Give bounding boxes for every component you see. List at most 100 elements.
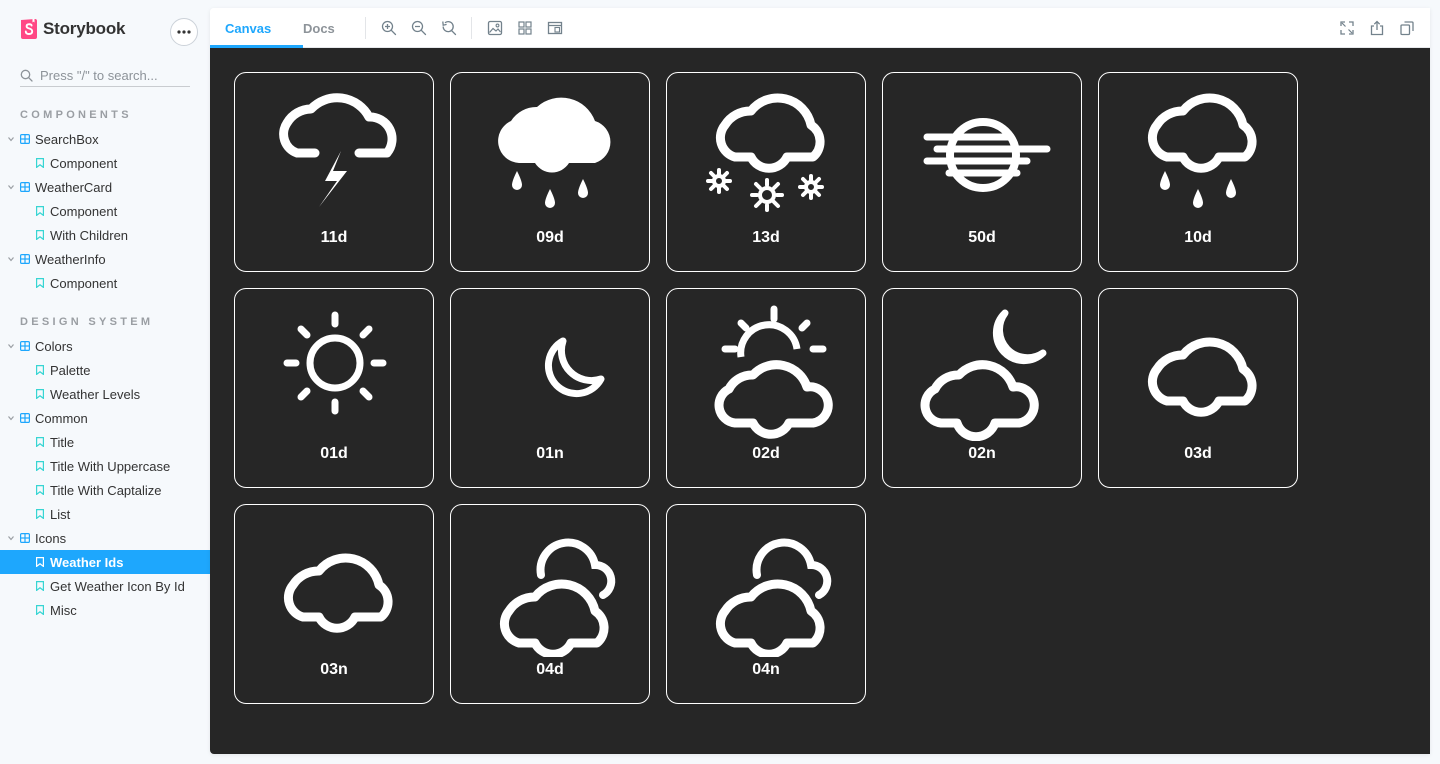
weather-icon-card-02d[interactable]: 02d (666, 288, 866, 488)
weather-icon-card-01n[interactable]: 01n (450, 288, 650, 488)
component-icon (20, 134, 30, 144)
weather-icon-card-04n[interactable]: 04n (666, 504, 866, 704)
preview-panel: Canvas Docs 11d 09d 13d 50d 10d 01d 01n … (210, 8, 1430, 754)
tree-story-get-weather-icon[interactable]: Get Weather Icon By Id (0, 574, 210, 598)
tree-group-weatherinfo[interactable]: WeatherInfo (0, 247, 210, 271)
bookmark-icon (36, 461, 44, 471)
grid-icon[interactable] (517, 20, 533, 36)
tree-story-label: Weather Ids (50, 554, 124, 570)
zoom-out-icon[interactable] (411, 20, 427, 36)
tree-story-weather-levels[interactable]: Weather Levels (0, 382, 210, 406)
tree-group-common[interactable]: Common (0, 406, 210, 430)
more-icon (177, 30, 191, 34)
tree-group-searchbox[interactable]: SearchBox (0, 127, 210, 151)
chevron-down-icon (8, 536, 14, 541)
tab-label: Docs (303, 20, 335, 36)
sidebar: Storybook Press "/" to search... COMPONE… (0, 0, 210, 764)
tab-docs[interactable]: Docs (303, 8, 335, 48)
tree-group-label: WeatherCard (35, 179, 113, 195)
tree-story-list[interactable]: List (0, 502, 210, 526)
search-input[interactable]: Press "/" to search... (40, 68, 158, 83)
weather-icon-card-03d[interactable]: 03d (1098, 288, 1298, 488)
tree-story-palette[interactable]: Palette (0, 358, 210, 382)
storybook-logo-icon (21, 19, 37, 39)
chevron-down-icon (8, 137, 14, 142)
bookmark-icon (36, 389, 44, 399)
tab-canvas[interactable]: Canvas (210, 8, 303, 48)
tree-story-label: Title With Captalize (50, 482, 162, 498)
toolbar-separator (365, 17, 366, 39)
search-field[interactable]: Press "/" to search... (20, 64, 190, 87)
component-icon (20, 254, 30, 264)
toolbar: Canvas Docs (210, 8, 1430, 48)
tree-group-label: SearchBox (35, 131, 99, 147)
tree-group-colors[interactable]: Colors (0, 334, 210, 358)
section-title-components: COMPONENTS (20, 109, 132, 121)
tree-story-weathercard-with-children[interactable]: With Children (0, 223, 210, 247)
chevron-down-icon (8, 416, 14, 421)
storybook-brand[interactable]: Storybook (20, 18, 125, 40)
viewport-icon[interactable] (547, 20, 563, 36)
weather-icon-card-13d[interactable]: 13d (666, 72, 866, 272)
tree-story-label: Palette (50, 362, 91, 378)
weather-icon-card-50d[interactable]: 50d (882, 72, 1082, 272)
background-image-icon[interactable] (487, 20, 503, 36)
tree-story-weathercard-component[interactable]: Component (0, 199, 210, 223)
tree-story-misc[interactable]: Misc (0, 598, 210, 622)
weather-icon-card-03n[interactable]: 03n (234, 504, 434, 704)
bookmark-icon (36, 509, 44, 519)
fullscreen-icon[interactable] (1339, 20, 1355, 36)
tree-story-label: Weather Levels (50, 386, 141, 402)
bookmark-icon (36, 557, 44, 567)
brand-name: Storybook (43, 19, 126, 38)
tree-story-label: Component (50, 155, 118, 171)
tree-story-weatherinfo-component[interactable]: Component (0, 271, 210, 295)
tree-story-title-captalize[interactable]: Title With Captalize (0, 478, 210, 502)
chevron-down-icon (8, 185, 14, 190)
weather-icon-id: 04d (536, 661, 564, 678)
weather-icon-id: 01n (536, 445, 564, 462)
story-canvas: 11d 09d 13d 50d 10d 01d 01n 02d 02n 03d … (210, 48, 1430, 754)
rain-icon (1147, 93, 1257, 208)
bookmark-icon (36, 605, 44, 615)
tree-story-label: Title With Uppercase (50, 458, 171, 474)
tree-story-title[interactable]: Title (0, 430, 210, 454)
tree-group-label: WeatherInfo (35, 251, 106, 267)
weather-icon-id: 04n (752, 661, 780, 678)
moon-cloud-icon (920, 309, 1047, 441)
tree-story-weather-ids[interactable]: Weather Ids (0, 550, 210, 574)
bookmark-icon (36, 365, 44, 375)
weather-icon-id: 01d (320, 445, 348, 462)
zoom-reset-icon[interactable] (441, 20, 457, 36)
tree-group-icons[interactable]: Icons (0, 526, 210, 550)
cloud-icon (283, 553, 393, 633)
weather-icon-id: 09d (536, 229, 564, 246)
weather-icon-id: 50d (968, 229, 996, 246)
weather-icon-card-11d[interactable]: 11d (234, 72, 434, 272)
tree-story-label: Misc (50, 602, 77, 618)
tree-group-label: Common (35, 410, 88, 426)
weather-icon-card-04d[interactable]: 04d (450, 504, 650, 704)
zoom-in-icon[interactable] (381, 20, 397, 36)
weather-icon-card-09d[interactable]: 09d (450, 72, 650, 272)
toolbar-separator (471, 17, 472, 39)
tree-story-label: Component (50, 203, 118, 219)
weather-icon-id: 02n (968, 445, 996, 462)
moon-icon (544, 337, 605, 398)
tree-story-label: List (50, 506, 71, 522)
tree-story-title-uppercase[interactable]: Title With Uppercase (0, 454, 210, 478)
tree-story-label: With Children (50, 227, 129, 243)
sidebar-menu-button[interactable] (170, 18, 198, 46)
tree-story-searchbox-component[interactable]: Component (0, 151, 210, 175)
weather-icon-id: 13d (752, 229, 780, 246)
bookmark-icon (36, 206, 44, 216)
tree-group-weathercard[interactable]: WeatherCard (0, 175, 210, 199)
cloud-icon (1147, 337, 1257, 417)
weather-icon-card-01d[interactable]: 01d (234, 288, 434, 488)
bookmark-icon (36, 158, 44, 168)
share-icon[interactable] (1369, 20, 1385, 36)
bookmark-icon (36, 581, 44, 591)
copy-link-icon[interactable] (1399, 20, 1415, 36)
weather-icon-card-10d[interactable]: 10d (1098, 72, 1298, 272)
weather-icon-card-02n[interactable]: 02n (882, 288, 1082, 488)
